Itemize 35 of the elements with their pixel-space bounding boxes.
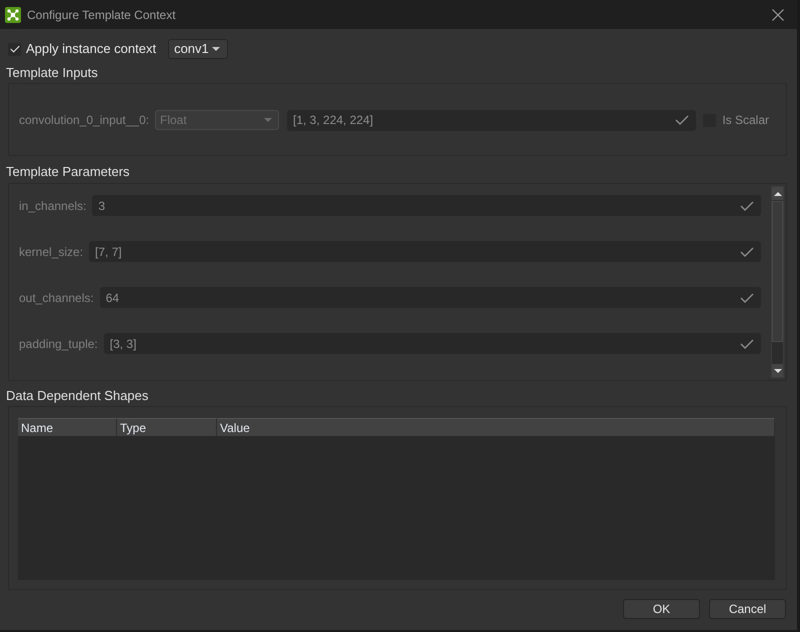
app-icon [5,6,21,22]
scrollbar-track[interactable] [771,186,784,378]
down-arrow-icon [774,368,782,372]
input-label: convolution_0_input__0: [19,112,150,129]
check-icon [10,45,20,53]
section-title: Template Inputs [6,64,98,82]
scrollbar-thumb[interactable] [772,201,783,342]
checkbox-label[interactable]: Is Scalar [722,111,769,129]
scroll-down-button[interactable] [772,364,783,377]
scroll-up-button[interactable] [772,187,783,200]
dialog-button[interactable]: OK [623,599,700,619]
instance-dropdown[interactable]: conv1 [168,39,228,59]
close-button[interactable] [771,8,785,22]
text-field[interactable]: 64 [100,287,761,308]
parameter-label: out_channels: [19,290,94,306]
window-title: Configure Template Context [27,6,176,24]
checkbox-label[interactable]: Apply instance context [26,39,156,59]
text-field[interactable]: 3 [92,195,761,216]
parameter-label: in_channels: [19,198,86,214]
parameter-label: padding_tuple: [19,336,98,352]
section-title: Data Dependent Shapes [6,387,148,405]
parameter-label: kernel_size: [19,244,84,260]
text-field[interactable]: [1, 3, 224, 224] [287,110,696,130]
up-arrow-icon [774,192,782,196]
caret-icon [212,47,220,51]
section-title: Template Parameters [6,163,130,181]
column-header[interactable]: Value [217,418,775,436]
column-header[interactable]: Type [117,418,217,436]
checkbox[interactable] [8,42,21,56]
caret-icon [264,118,272,122]
dialog-button[interactable]: Cancel [709,599,786,619]
column-header[interactable]: Name [18,418,117,436]
text-field[interactable]: [7, 7] [89,241,761,262]
close-icon [772,8,784,20]
text-field[interactable]: [3, 3] [104,333,761,354]
